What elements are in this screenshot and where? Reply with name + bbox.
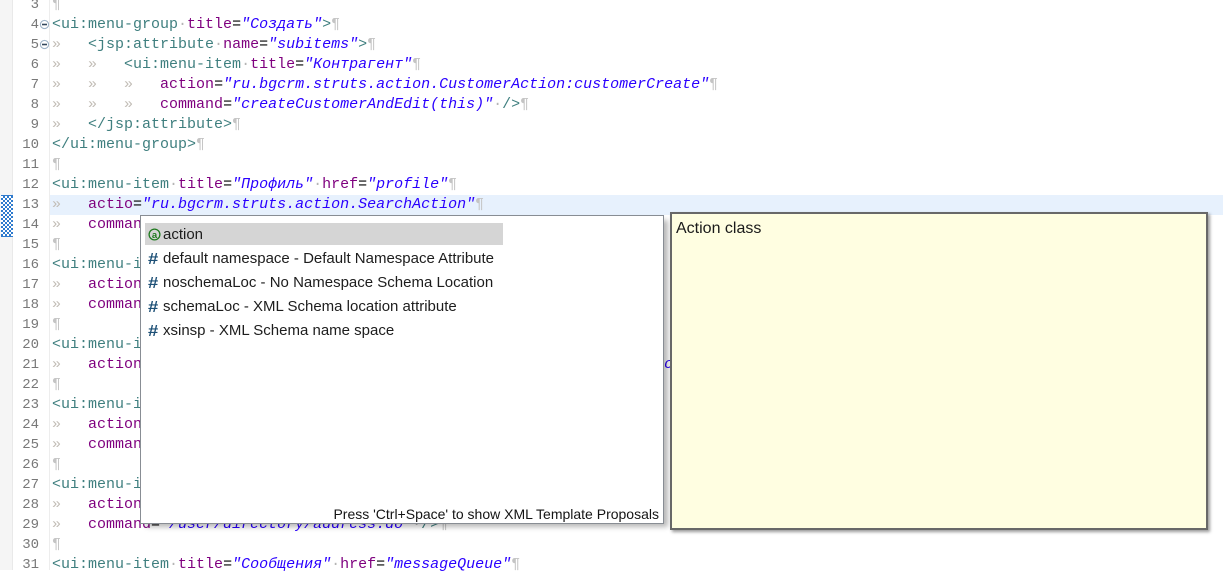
svg-text:a: a <box>152 230 158 241</box>
